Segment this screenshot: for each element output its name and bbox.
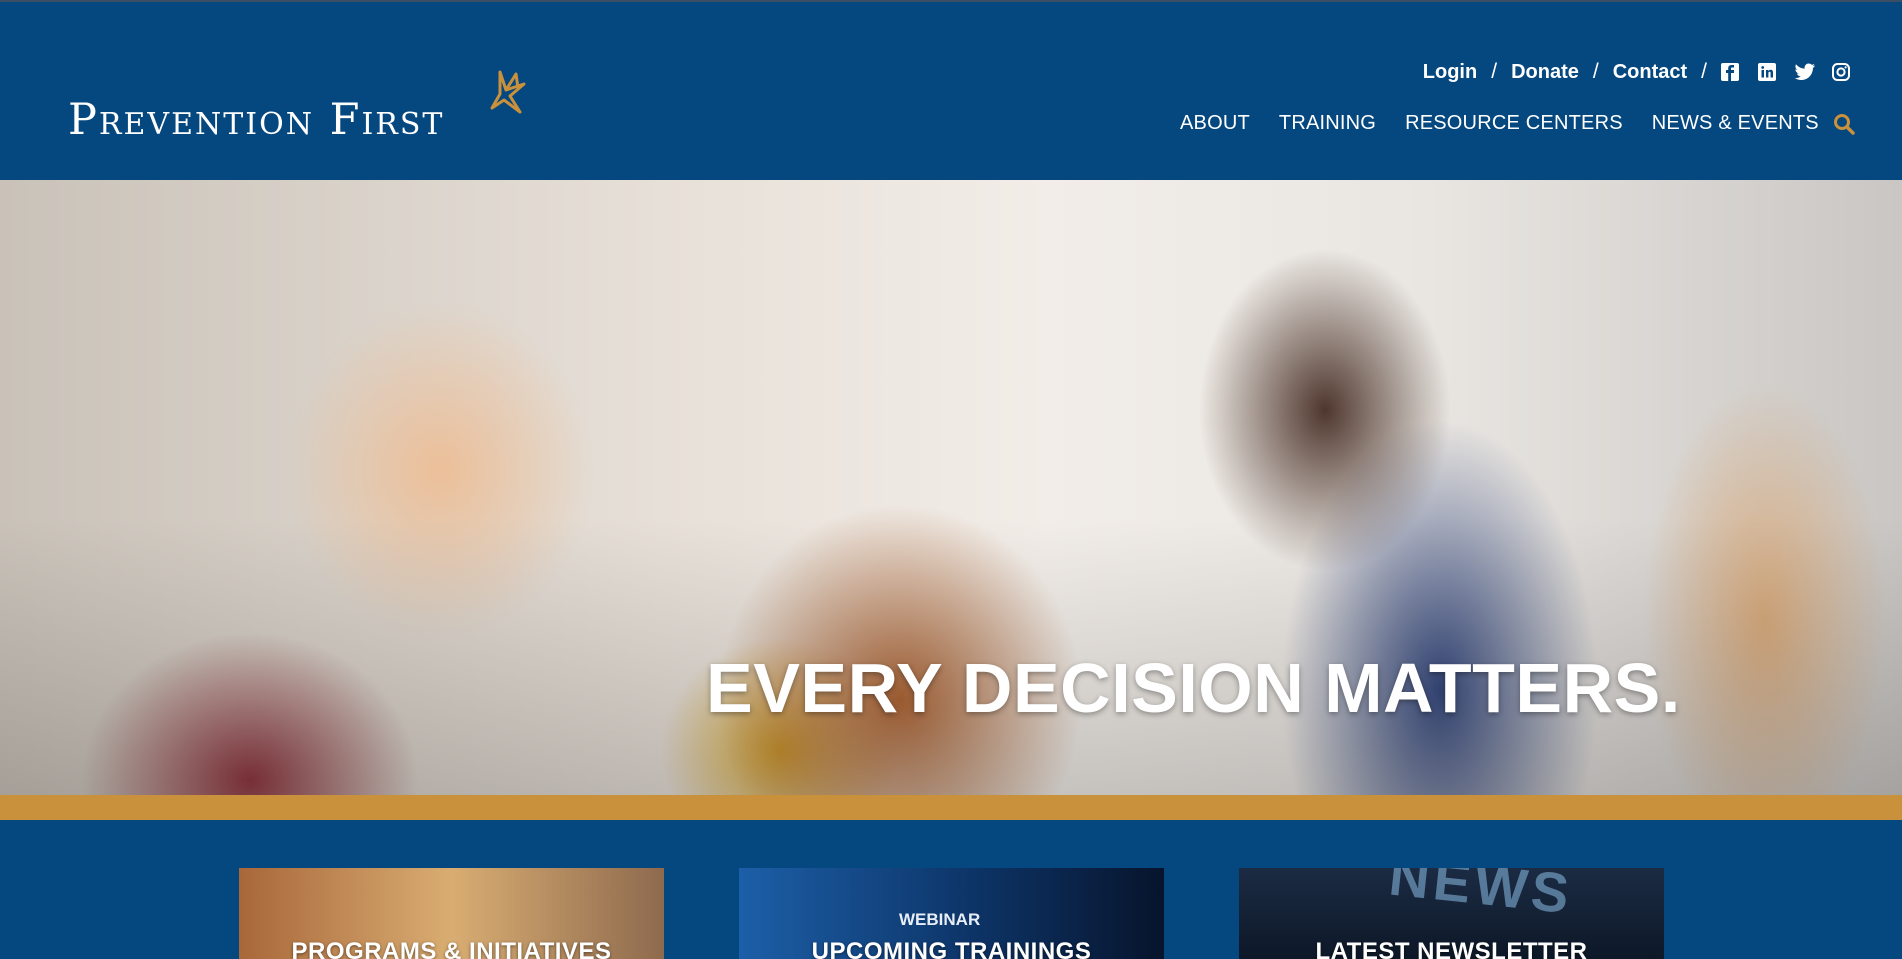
card-image-text: WEBINAR bbox=[899, 910, 981, 929]
card-latest-newsletter[interactable]: NEWS LATEST NEWSLETTER bbox=[1239, 868, 1664, 959]
nav-resource-centers[interactable]: RESOURCE CENTERS bbox=[1405, 112, 1623, 135]
card-label: UPCOMING TRAININGS bbox=[811, 938, 1092, 959]
facebook-icon[interactable] bbox=[1720, 62, 1744, 86]
card-label: PROGRAMS & INITIATIVES bbox=[291, 938, 612, 959]
hero-title: EVERY DECISION MATTERS. bbox=[706, 649, 1681, 727]
star-icon bbox=[490, 70, 526, 114]
card-label: LATEST NEWSLETTER bbox=[1315, 938, 1588, 959]
login-link[interactable]: Login bbox=[1423, 61, 1477, 84]
nav-news-events[interactable]: NEWS & EVENTS bbox=[1652, 112, 1819, 135]
site-header: Prevention First Login / Donate / Contac… bbox=[0, 2, 1902, 180]
separator: / bbox=[1701, 60, 1707, 83]
site-logo[interactable]: Prevention First bbox=[68, 70, 526, 145]
separator: / bbox=[1491, 60, 1498, 83]
donate-link[interactable]: Donate bbox=[1511, 61, 1579, 84]
search-icon[interactable] bbox=[1832, 112, 1856, 136]
feature-cards: PROGRAMS & INITIATIVES WEBINAR UPCOMING … bbox=[0, 820, 1902, 959]
utility-nav: Login / Donate / Contact / bbox=[1423, 60, 1721, 84]
main-nav: ABOUT TRAINING RESOURCE CENTERS NEWS & E… bbox=[1180, 112, 1819, 135]
separator: / bbox=[1592, 60, 1599, 83]
nav-about[interactable]: ABOUT bbox=[1180, 112, 1250, 135]
logo-text: Prevention First bbox=[68, 95, 445, 145]
nav-training[interactable]: TRAINING bbox=[1279, 112, 1376, 135]
accent-divider bbox=[0, 795, 1902, 820]
card-programs-initiatives[interactable]: PROGRAMS & INITIATIVES bbox=[239, 868, 664, 959]
social-links bbox=[1720, 62, 1855, 86]
hero-banner: EVERY DECISION MATTERS. bbox=[0, 180, 1902, 795]
linkedin-icon[interactable] bbox=[1757, 62, 1781, 86]
card-upcoming-trainings[interactable]: WEBINAR UPCOMING TRAININGS bbox=[739, 868, 1164, 959]
card-image-text: NEWS bbox=[1386, 868, 1576, 926]
twitter-icon[interactable] bbox=[1794, 62, 1818, 86]
contact-link[interactable]: Contact bbox=[1613, 61, 1687, 84]
instagram-icon[interactable] bbox=[1831, 62, 1855, 86]
